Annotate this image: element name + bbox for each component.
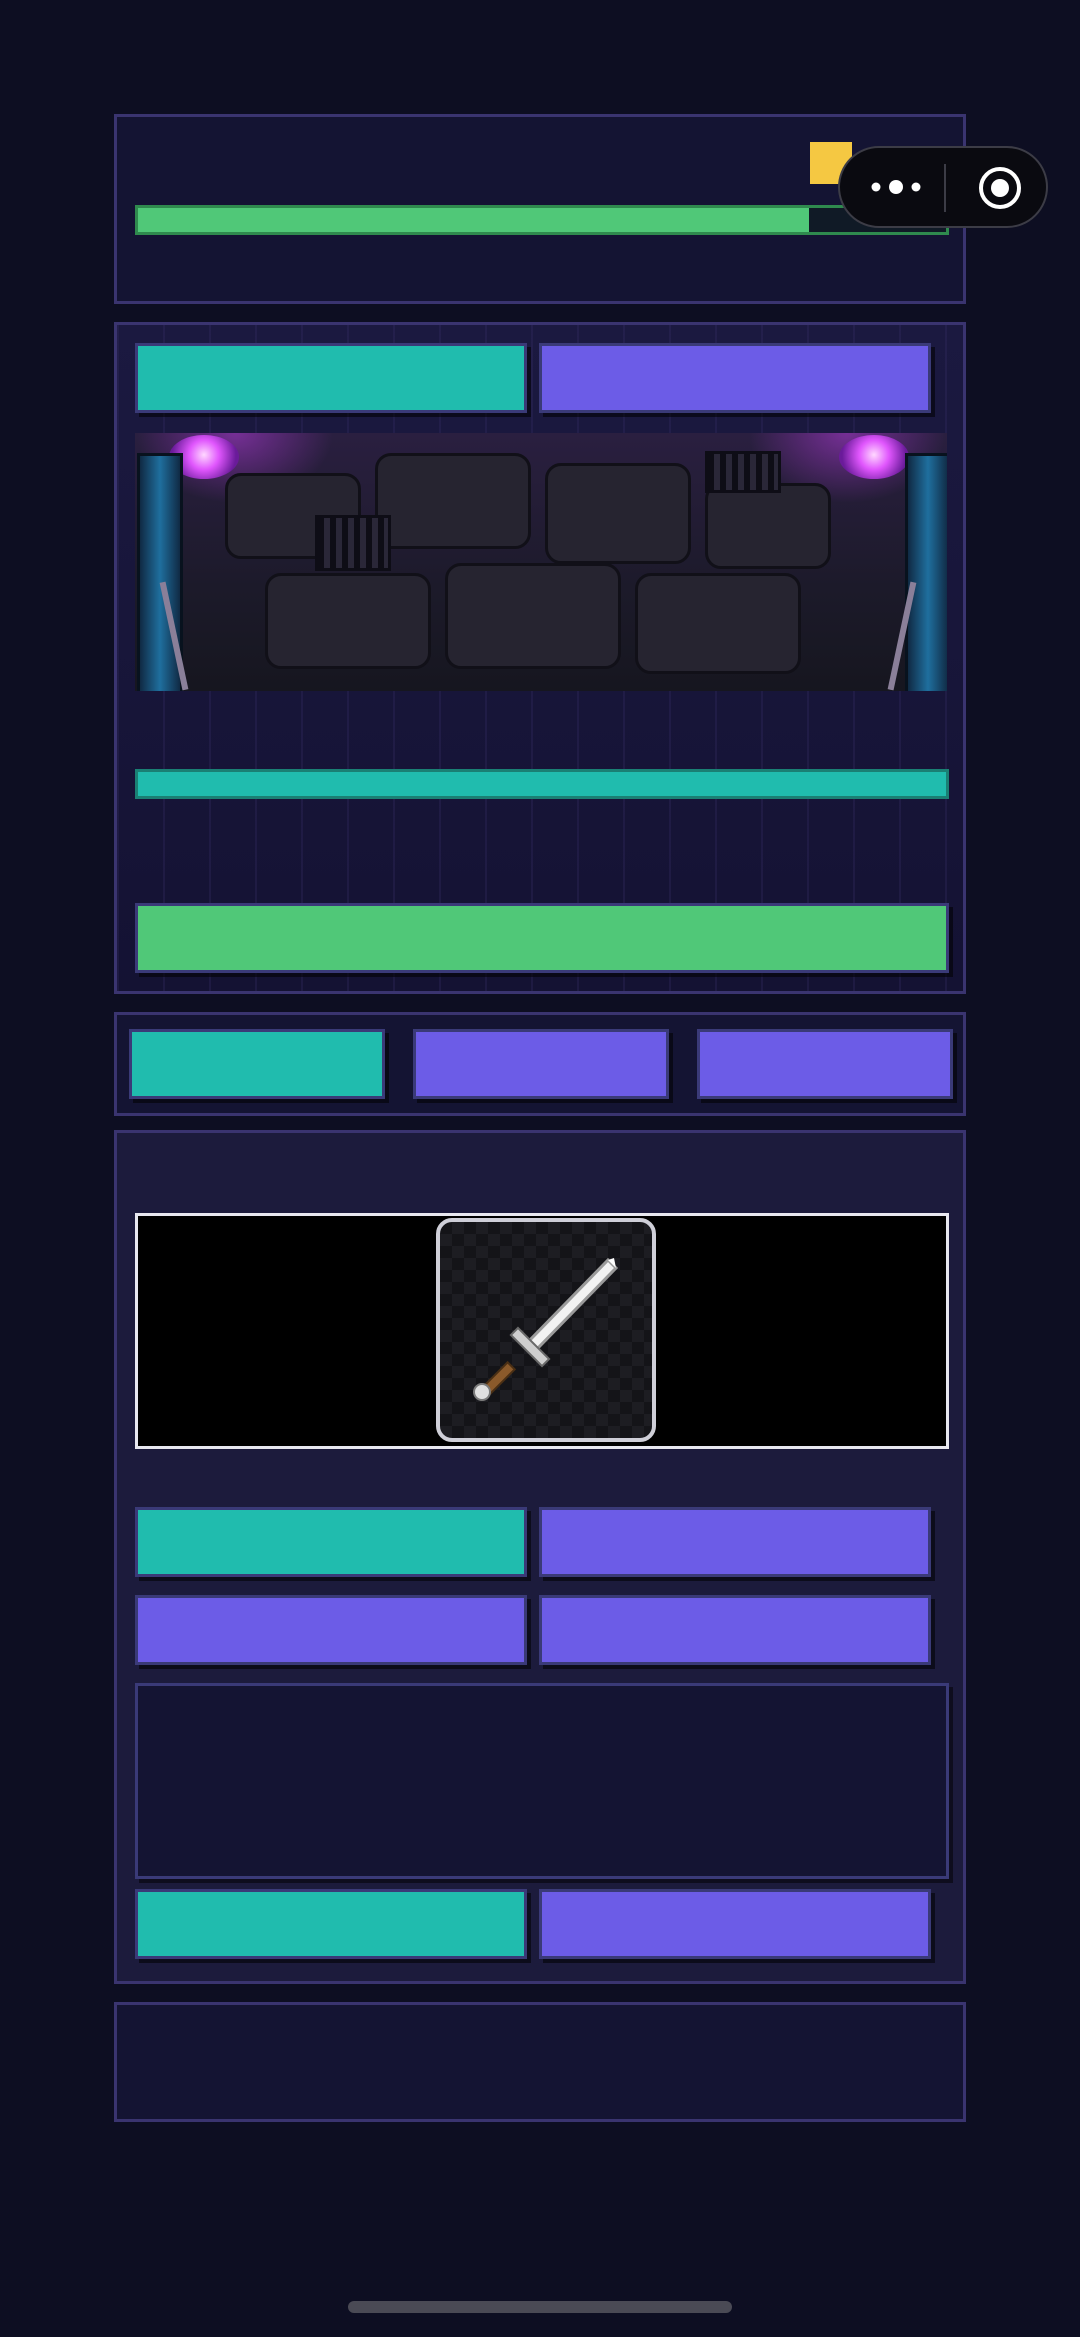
loot-bottom-action-1[interactable] (135, 1889, 527, 1959)
item-slot[interactable] (436, 1218, 656, 1442)
nav-button-2[interactable] (413, 1029, 669, 1099)
loot-action-1[interactable] (135, 1507, 527, 1577)
floor-stone (445, 563, 621, 669)
loot-panel (114, 1130, 966, 1984)
floor-grate (315, 515, 391, 571)
loot-bottom-action-2[interactable] (539, 1889, 931, 1959)
battle-panel (114, 322, 966, 994)
nav-button-3[interactable] (697, 1029, 953, 1099)
footer-panel (114, 2002, 966, 2122)
floor-stone (545, 463, 691, 564)
attack-button[interactable] (135, 903, 949, 973)
battle-tab-2[interactable] (539, 343, 931, 413)
floor-stone (705, 483, 831, 569)
capsule-divider (944, 164, 946, 212)
loot-action-2[interactable] (539, 1507, 931, 1577)
loot-action-3[interactable] (135, 1595, 527, 1665)
floor-stone (265, 573, 431, 669)
xp-progress-fill (138, 208, 809, 232)
nav-button-1[interactable] (129, 1029, 385, 1099)
floor-grate (705, 451, 781, 493)
right-magic-orb (839, 435, 909, 479)
battle-tab-1[interactable] (135, 343, 527, 413)
floor-stone (375, 453, 531, 549)
loot-action-4[interactable] (539, 1595, 931, 1665)
enemy-hp-bar (135, 769, 949, 799)
right-pillar (905, 453, 947, 691)
mini-program-capsule (838, 146, 1048, 228)
target-icon[interactable] (976, 164, 1024, 212)
item-display (135, 1213, 949, 1449)
sword-icon (473, 1257, 619, 1401)
more-icon[interactable] (868, 172, 924, 202)
home-indicator[interactable] (348, 2301, 732, 2313)
floor-stone (635, 573, 801, 674)
item-description-box (135, 1683, 949, 1879)
nav-panel (114, 1012, 966, 1116)
xp-progress-bar (135, 205, 949, 235)
dungeon-scene (135, 433, 947, 691)
